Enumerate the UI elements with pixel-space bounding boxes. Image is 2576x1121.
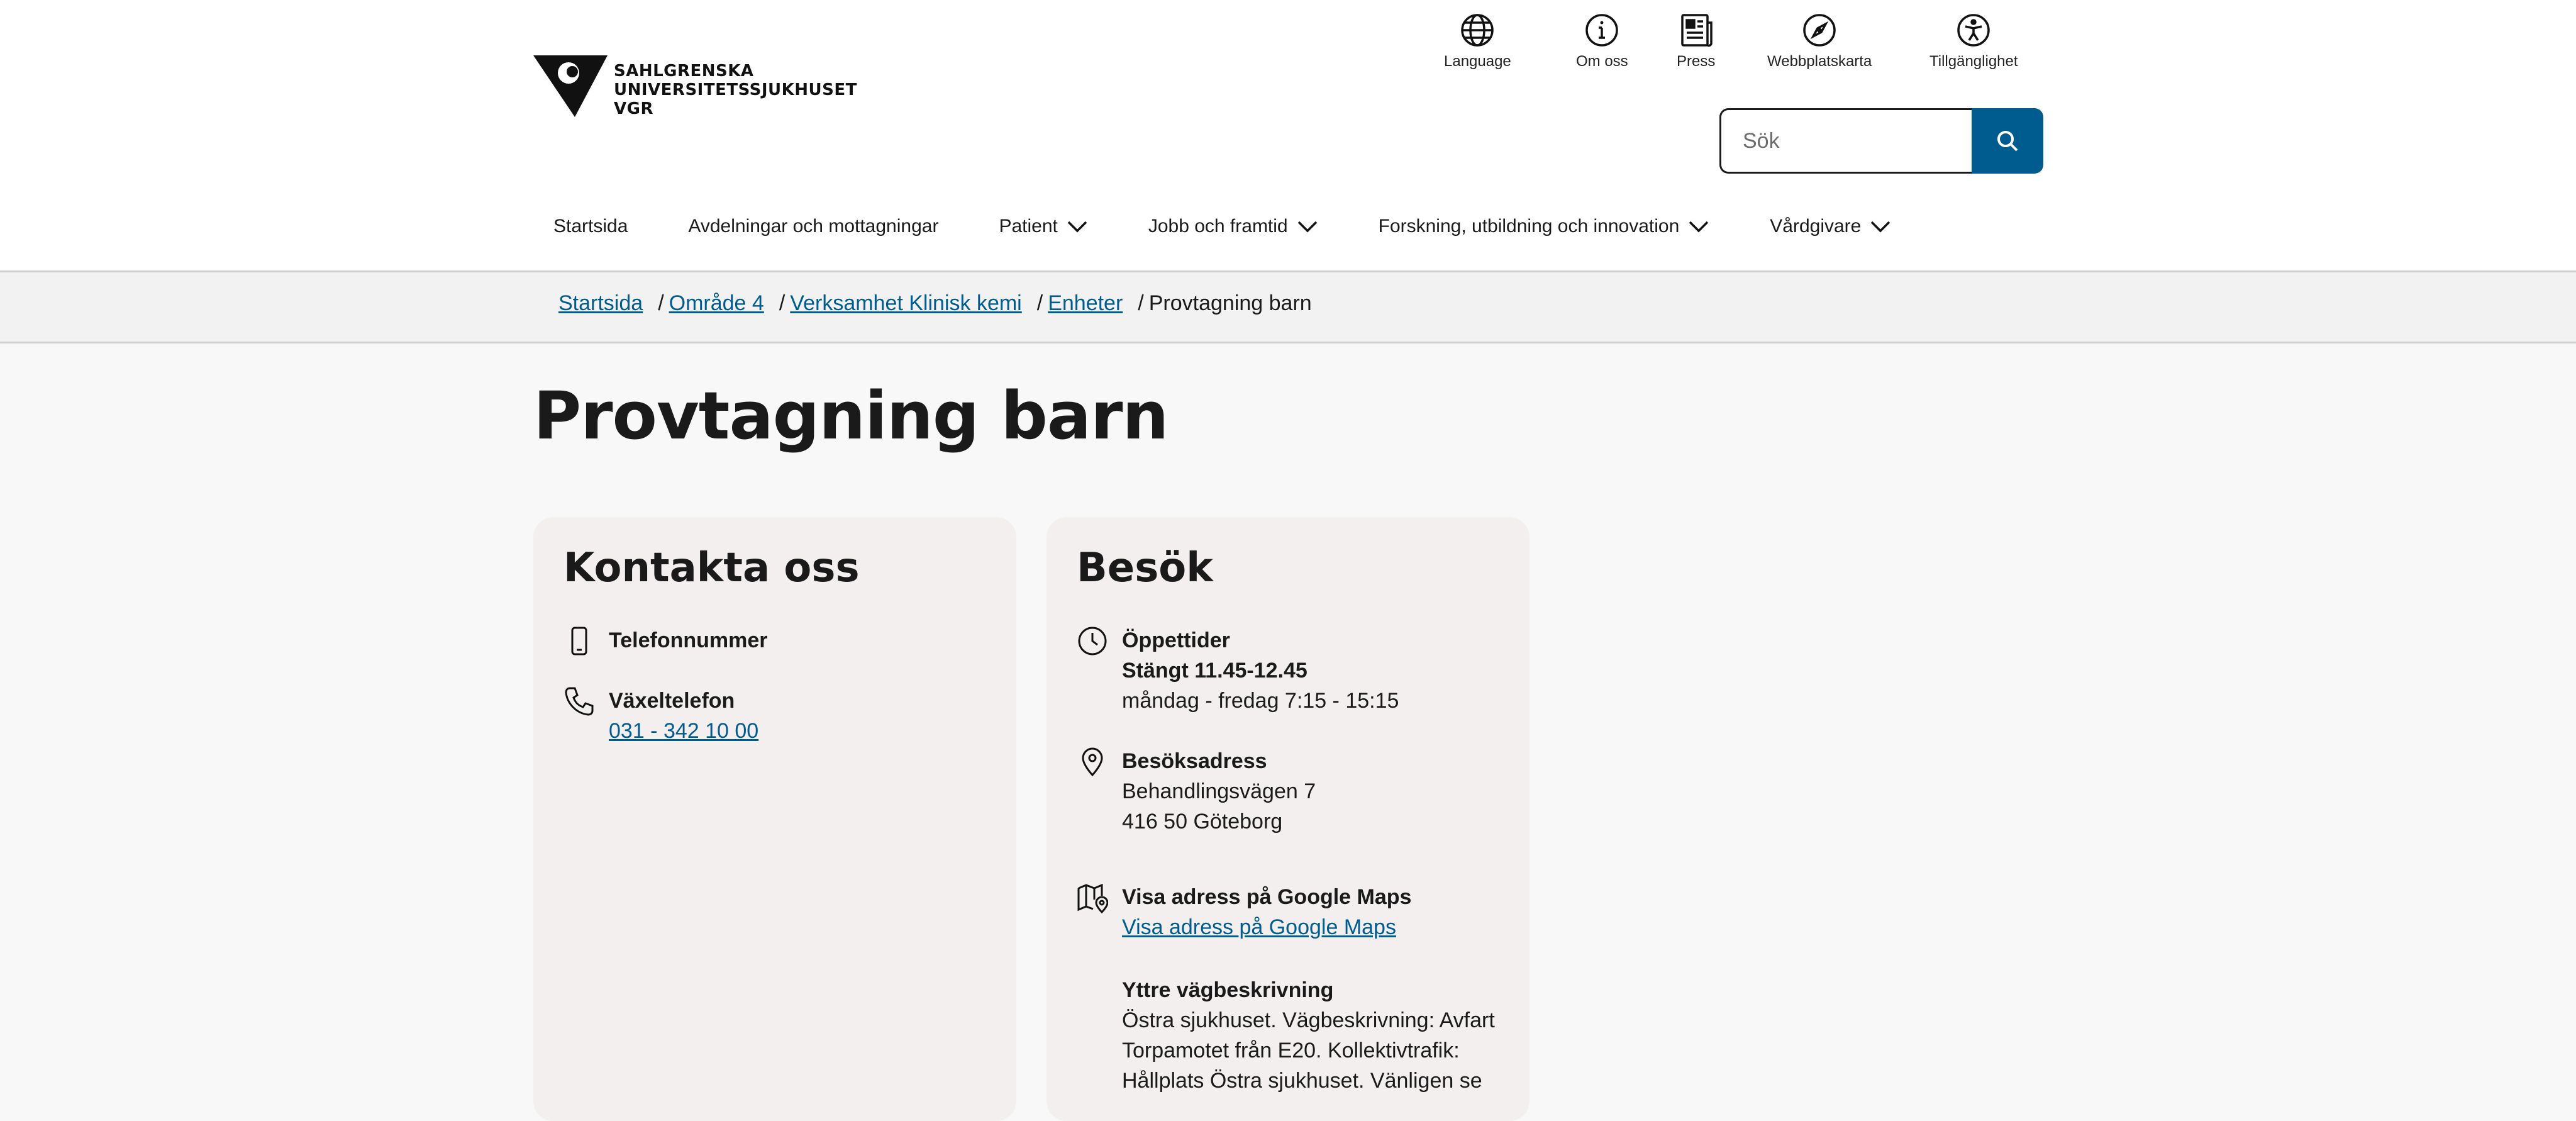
map-pin-icon bbox=[1077, 746, 1108, 778]
hours-value: måndag - fredag 7:15 - 15:15 bbox=[1122, 689, 1399, 713]
breadcrumb-bar: Startsida / Område 4 / Verksamhet Klinis… bbox=[0, 272, 2576, 343]
google-maps-link[interactable]: Visa adress på Google Maps bbox=[1122, 915, 1396, 939]
nav-label: Forskning, utbildning och innovation bbox=[1378, 216, 1680, 237]
chevron-down-icon bbox=[1067, 221, 1087, 233]
address-row: Besöksadress Behandlingsvägen 7 416 50 G… bbox=[1077, 746, 1316, 837]
utility-press[interactable]: Press bbox=[1677, 13, 1715, 70]
brand-line-3: VGR bbox=[614, 99, 653, 118]
nav-item-jobb[interactable]: Jobb och framtid bbox=[1130, 206, 1337, 247]
hours-row: Öppettider Stängt 11.45-12.45 måndag - f… bbox=[1077, 625, 1399, 716]
mobile-phone-icon bbox=[564, 625, 595, 657]
utility-language[interactable]: Language bbox=[1444, 13, 1511, 70]
address-line-1: Behandlingsvägen 7 bbox=[1122, 779, 1316, 803]
brand-line-1: SAHLGRENSKA bbox=[614, 62, 754, 81]
logo-text: SAHLGRENSKA UNIVERSITETSSJUKHUSET VGR bbox=[614, 62, 857, 118]
search-button[interactable] bbox=[1972, 108, 2043, 174]
chevron-down-icon bbox=[1297, 221, 1317, 233]
page-title: Provtagning barn bbox=[533, 377, 1169, 454]
breadcrumb-current: Provtagning barn bbox=[1148, 291, 1312, 315]
info-icon bbox=[1585, 14, 1619, 47]
nav-item-avdelningar[interactable]: Avdelningar och mottagningar bbox=[669, 206, 957, 247]
contact-heading: Kontakta oss bbox=[564, 545, 860, 591]
utility-label: Language bbox=[1444, 53, 1511, 70]
utility-label: Om oss bbox=[1576, 53, 1628, 70]
breadcrumb: Startsida / Område 4 / Verksamhet Klinis… bbox=[558, 291, 1312, 316]
brand-line-2: UNIVERSITETSSJUKHUSET bbox=[614, 81, 857, 99]
nav-item-startsida[interactable]: Startsida bbox=[535, 206, 647, 247]
contact-card: Kontakta oss Telefonnummer Växeltelefon … bbox=[533, 517, 1016, 1121]
nav-item-forskning[interactable]: Forskning, utbildning och innovation bbox=[1360, 206, 1729, 247]
search-input[interactable] bbox=[1719, 108, 1993, 174]
phone-icon bbox=[564, 686, 595, 717]
phone-row: Telefonnummer bbox=[564, 625, 768, 657]
switchboard-row: Växeltelefon 031 - 342 10 00 bbox=[564, 686, 758, 746]
logo[interactable]: SAHLGRENSKA UNIVERSITETSSJUKHUSET VGR bbox=[533, 54, 857, 118]
hours-note: Stängt 11.45-12.45 bbox=[1122, 659, 1307, 683]
utility-label: Tillgänglighet bbox=[1929, 53, 2018, 70]
utility-om-oss[interactable]: Om oss bbox=[1576, 13, 1628, 70]
address-label: Besöksadress bbox=[1122, 749, 1267, 773]
breadcrumb-separator: / bbox=[1138, 291, 1144, 315]
utility-webbplatskarta[interactable]: Webbplatskarta bbox=[1767, 13, 1872, 70]
accessibility-icon bbox=[1957, 14, 1990, 47]
directions-label: Yttre vägbeskrivning bbox=[1122, 978, 1334, 1002]
site-header: SAHLGRENSKA UNIVERSITETSSJUKHUSET VGR La… bbox=[0, 0, 2576, 272]
vgr-logo-icon bbox=[533, 55, 608, 117]
search-form bbox=[1719, 108, 2043, 174]
breadcrumb-separator: / bbox=[658, 291, 664, 315]
search-icon bbox=[1997, 131, 2018, 152]
breadcrumb-link-enheter[interactable]: Enheter bbox=[1048, 291, 1123, 316]
map-icon bbox=[1077, 882, 1109, 914]
nav-label: Patient bbox=[999, 216, 1058, 237]
main-nav: Startsida Avdelningar och mottagningar P… bbox=[535, 201, 1933, 252]
directions-line-1: Östra sjukhuset. Vägbeskrivning: Avfart bbox=[1122, 1008, 1495, 1032]
clock-icon bbox=[1077, 625, 1108, 657]
nav-label: Avdelningar och mottagningar bbox=[688, 216, 939, 237]
globe-icon bbox=[1461, 14, 1494, 47]
compass-icon bbox=[1803, 14, 1836, 47]
chevron-down-icon bbox=[1871, 221, 1890, 233]
maps-label: Visa adress på Google Maps bbox=[1122, 885, 1412, 909]
directions-row: Yttre vägbeskrivning Östra sjukhuset. Vä… bbox=[1122, 975, 1495, 1096]
directions-line-3: Hållplats Östra sjukhuset. Vänligen se bbox=[1122, 1069, 1482, 1093]
nav-item-vardgivare[interactable]: Vårdgivare bbox=[1751, 206, 1910, 247]
visit-card: Besök Öppettider Stängt 11.45-12.45 månd… bbox=[1046, 517, 1530, 1121]
breadcrumb-link-startsida[interactable]: Startsida bbox=[558, 291, 643, 316]
visit-heading: Besök bbox=[1077, 545, 1213, 591]
breadcrumb-link-omrade[interactable]: Område 4 bbox=[669, 291, 764, 316]
switchboard-number-link[interactable]: 031 - 342 10 00 bbox=[609, 719, 758, 743]
directions-line-2: Torpamotet från E20. Kollektivtrafik: bbox=[1122, 1039, 1460, 1062]
breadcrumb-link-verksamhet[interactable]: Verksamhet Klinisk kemi bbox=[790, 291, 1021, 316]
phone-label: Telefonnummer bbox=[609, 628, 768, 652]
utility-label: Press bbox=[1677, 53, 1716, 70]
chevron-down-icon bbox=[1689, 221, 1709, 233]
nav-label: Vårdgivare bbox=[1770, 216, 1862, 237]
hours-label: Öppettider bbox=[1122, 628, 1230, 652]
maps-row: Visa adress på Google Maps Visa adress p… bbox=[1077, 882, 1411, 942]
address-line-2: 416 50 Göteborg bbox=[1122, 810, 1283, 834]
switchboard-label: Växeltelefon bbox=[609, 689, 735, 713]
newspaper-icon bbox=[1680, 14, 1713, 47]
nav-label: Startsida bbox=[553, 216, 628, 237]
breadcrumb-separator: / bbox=[779, 291, 786, 315]
utility-tillganglighet[interactable]: Tillgänglighet bbox=[1929, 13, 2018, 70]
nav-item-patient[interactable]: Patient bbox=[980, 206, 1106, 247]
utility-label: Webbplatskarta bbox=[1767, 53, 1872, 70]
breadcrumb-separator: / bbox=[1036, 291, 1043, 315]
nav-label: Jobb och framtid bbox=[1148, 216, 1288, 237]
